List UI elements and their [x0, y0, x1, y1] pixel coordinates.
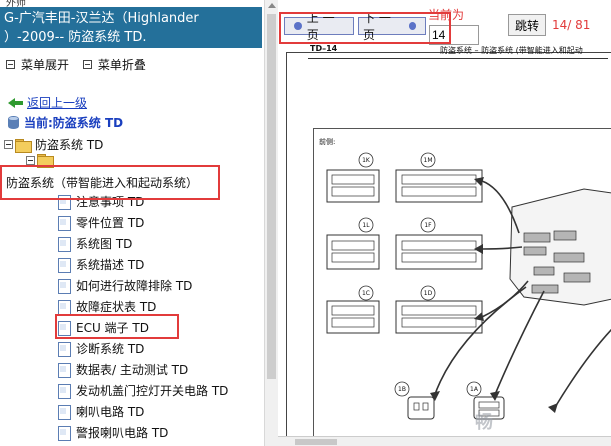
connector-label-1k: 1K — [362, 157, 371, 164]
jump-button[interactable]: 跳转 — [508, 14, 546, 36]
back-link-label: 返回上一级 — [27, 96, 88, 110]
left-nav-pane: 外师 G-广汽丰田-汉兰达（Highlander ）-2009-- 防盗系统 T… — [0, 0, 264, 446]
tree-leaf-item[interactable]: 系统描述 TD — [58, 254, 144, 275]
tree-leaf-label: 故障症状表 TD — [76, 300, 157, 314]
page-count: 14/ 81 — [552, 18, 591, 32]
document-code: TD–14 — [310, 44, 338, 53]
highlight-box-ecu — [55, 314, 179, 339]
app-window: 外师 G-广汽丰田-汉兰达（Highlander ）-2009-- 防盗系统 T… — [0, 0, 611, 446]
jump-button-label: 跳转 — [514, 18, 539, 33]
connector-label-1a: 1A — [470, 386, 479, 393]
highlight-box-toolbar — [279, 12, 451, 44]
menu-collapse-label: 菜单折叠 — [97, 58, 146, 72]
document-icon — [58, 383, 71, 399]
document-title-bar: G-广汽丰田-汉兰达（Highlander ）-2009-- 防盗系统 TD. — [0, 7, 262, 48]
connector-1l — [326, 234, 380, 270]
top-strip-text: 外师 — [6, 0, 26, 7]
tree-leaf-label: 发动机盖门控灯开关电路 TD — [76, 384, 229, 398]
highlight-box-system — [0, 165, 220, 200]
document-icon — [58, 425, 71, 441]
expand-icon — [6, 60, 15, 69]
connector-1k — [326, 169, 380, 203]
tree-leaf-label: 系统描述 TD — [76, 258, 145, 272]
document-icon — [58, 404, 71, 420]
menu-toggle-row: 菜单展开 菜单折叠 — [6, 56, 156, 73]
tree-node-root-label: 防盗系统 TD — [35, 138, 104, 152]
tree-leaf-label: 系统图 TD — [76, 237, 133, 251]
title-line-2: ）-2009-- 防盗系统 TD. — [4, 30, 147, 45]
front-side-label: 前侧: — [319, 138, 336, 146]
tree-leaf-item[interactable]: 发动机盖门控灯开关电路 TD — [58, 380, 228, 401]
connector-label-1c: 1C — [362, 290, 370, 297]
collapse-toggle-icon[interactable] — [4, 140, 13, 149]
connector-1m — [395, 169, 483, 203]
document-header: 防盗系统 – 防盗系统 (带智能进入和起动 — [440, 46, 583, 55]
header-rule — [308, 58, 608, 59]
connector-diagram: 1K 1M 1L 1F 1C 1D 1B 1A — [313, 128, 611, 446]
scroll-up-icon[interactable] — [268, 3, 276, 8]
tree-leaf-item[interactable]: 零件位置 TD — [58, 212, 144, 233]
tree-node-root[interactable]: 防盗系统 TD — [4, 136, 103, 153]
tree-leaf-item[interactable]: 数据表/ 主动测试 TD — [58, 359, 188, 380]
title-line-1: G-广汽丰田-汉兰达（Highlander — [4, 11, 199, 26]
connector-1b — [407, 396, 435, 420]
back-arrow-icon — [8, 97, 23, 108]
tree-leaf-label: 数据表/ 主动测试 TD — [76, 363, 189, 377]
current-location-label: 当前:防盗系统 TD — [24, 116, 124, 130]
tree-leaf-label: 诊断系统 TD — [76, 342, 145, 356]
connector-label-1b: 1B — [398, 386, 406, 393]
menu-expand-button[interactable]: 菜单展开 — [6, 56, 69, 73]
menu-expand-label: 菜单展开 — [21, 58, 70, 72]
connector-1f — [395, 234, 483, 270]
tree-leaf-item[interactable]: 喇叭电路 TD — [58, 401, 144, 422]
back-link[interactable]: 返回上一级 — [8, 94, 87, 111]
menu-collapse-button[interactable]: 菜单折叠 — [82, 56, 146, 73]
connector-1c — [326, 300, 380, 334]
current-location: 当前:防盗系统 TD — [8, 114, 123, 131]
document-icon — [58, 341, 71, 357]
document-icon — [58, 236, 71, 252]
tree-leaf-item[interactable]: 诊断系统 TD — [58, 338, 144, 359]
collapse-icon — [82, 60, 92, 69]
tree-leaf-item[interactable]: 系统图 TD — [58, 233, 132, 254]
document-icon — [58, 257, 71, 273]
database-icon — [8, 116, 19, 129]
connector-diagram-svg: 1K 1M 1L 1F 1C 1D 1B 1A — [326, 152, 611, 420]
left-pane-scrollbar[interactable] — [264, 0, 278, 446]
folder-open-icon — [15, 138, 32, 153]
horizontal-scrollbar-thumb[interactable] — [295, 439, 337, 445]
tree-leaf-item[interactable]: 如何进行故障排除 TD — [58, 275, 192, 296]
tree-leaf-label: 零件位置 TD — [76, 216, 145, 230]
document-icon — [58, 215, 71, 231]
document-icon — [58, 278, 71, 294]
page-toolbar: 上 一 页 下 一 页 当前为 跳转 14/ 81 — [278, 0, 611, 48]
collapse-toggle-icon[interactable] — [26, 155, 35, 165]
connector-label-1d: 1D — [424, 290, 433, 297]
top-strip: 外师 — [0, 0, 264, 7]
connector-label-1f: 1F — [424, 222, 432, 229]
tree-leaf-label: 如何进行故障排除 TD — [76, 279, 193, 293]
connector-label-1m: 1M — [424, 157, 433, 164]
connector-1d — [395, 300, 483, 334]
scrollbar-thumb[interactable] — [267, 14, 276, 379]
document-pane: 上 一 页 下 一 页 当前为 跳转 14/ 81 TD–14 防盗系统 – 防… — [278, 0, 611, 446]
document-icon — [58, 299, 71, 315]
connector-label-1l: 1L — [362, 222, 370, 229]
horizontal-scrollbar[interactable] — [278, 436, 611, 446]
document-icon — [58, 362, 71, 378]
tree-leaf-label: 喇叭电路 TD — [76, 405, 145, 419]
tree-leaf-item[interactable]: 警报喇叭电路 TD — [58, 422, 168, 443]
watermark: 畅 — [475, 412, 493, 433]
tree-leaf-label: 警报喇叭电路 TD — [76, 426, 169, 440]
